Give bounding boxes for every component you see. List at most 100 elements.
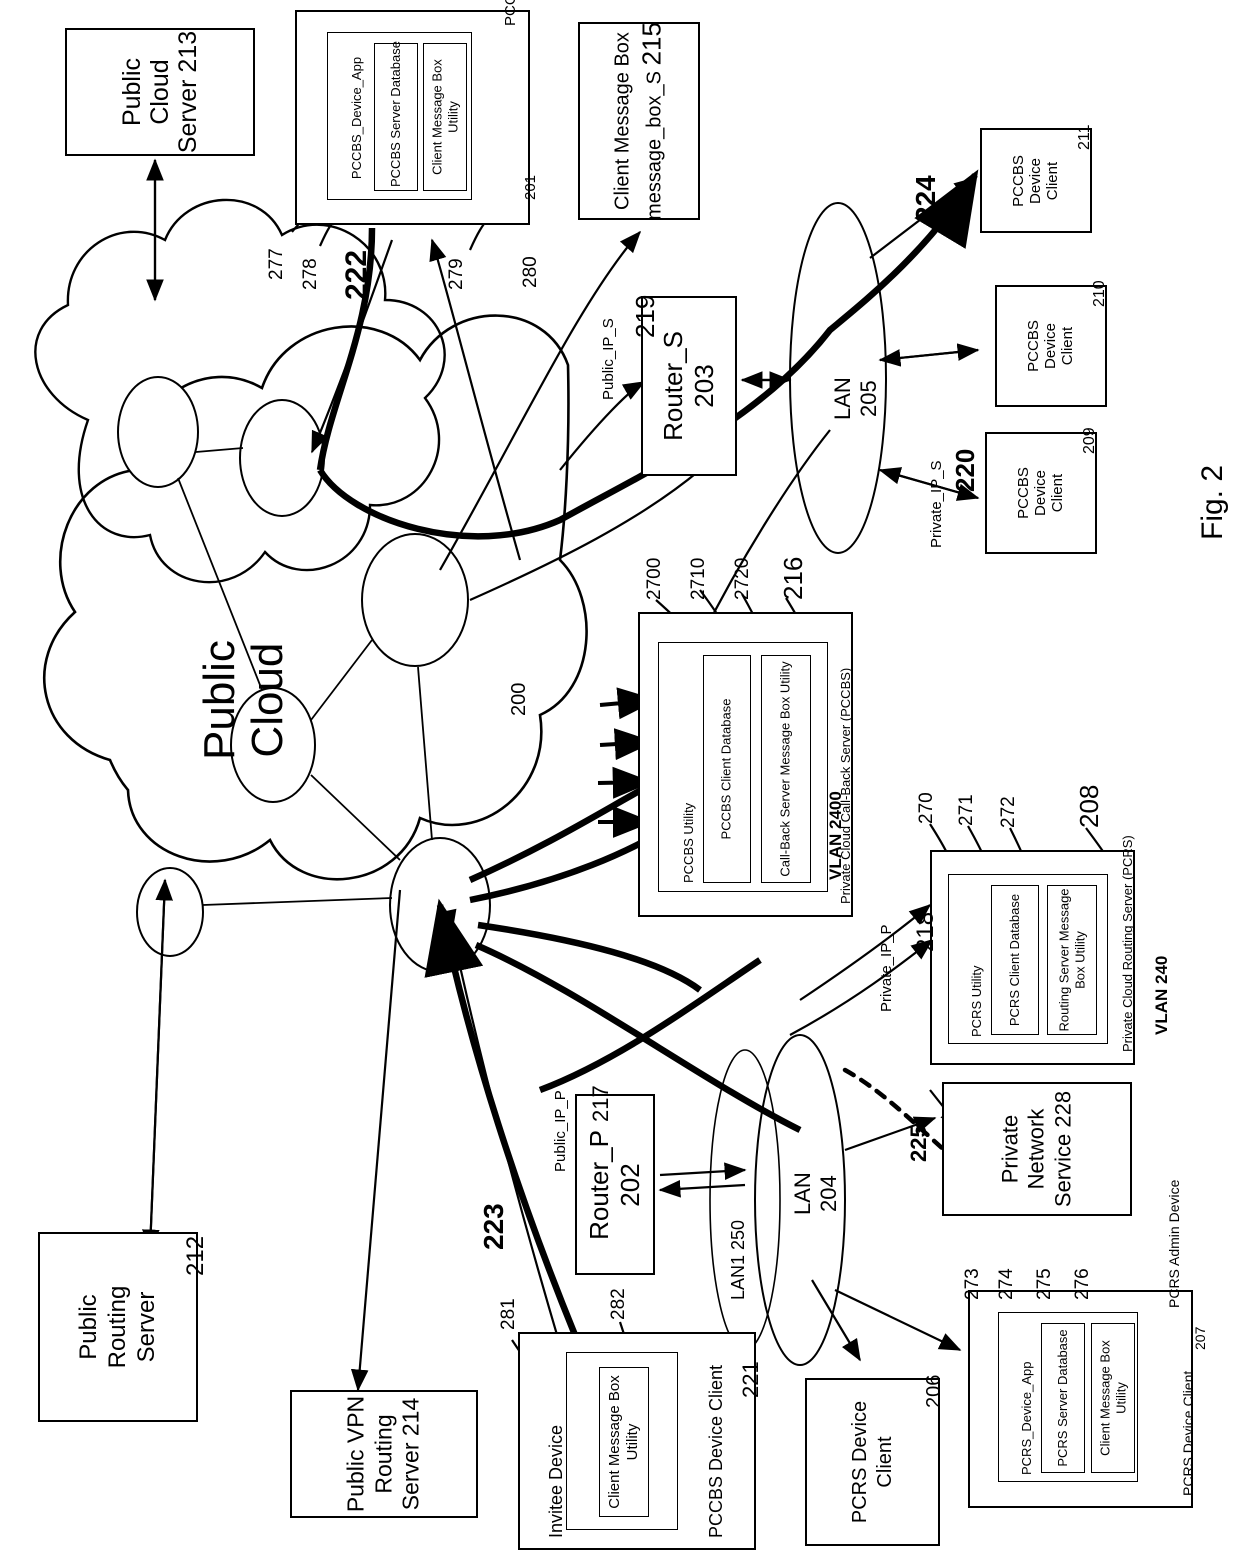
lan1-250-label: LAN1 250 — [728, 1219, 748, 1300]
callback-server-msgbox-utility-label: Call-Back Server Message Box Utility — [777, 661, 793, 877]
pccbs-211-l3: Client — [1043, 161, 1061, 200]
pccbs-device-app-box: PCCBS_Device_App PCCBS Server Database C… — [327, 32, 472, 200]
pvrs-l1: Public VPN — [342, 1395, 369, 1513]
prs-l2: Routing — [103, 1285, 131, 1369]
pccbs-209-l3: Client — [1048, 473, 1066, 513]
pcrs-server-database-box: PCRS Server Database — [1041, 1323, 1085, 1473]
ref-2700: 2700 — [644, 557, 665, 600]
pns-l1: Private — [997, 1114, 1023, 1184]
pccbs-client-database-box: PCCBS Client Database — [703, 655, 751, 883]
box-pcrs-server: PCRS Utility PCRS Client Database Routin… — [930, 835, 1135, 1065]
pns-l3: Service — [1050, 1133, 1076, 1208]
pcrs-utility-box: PCRS Utility PCRS Client Database Routin… — [948, 874, 1108, 1044]
public-cloud-server-ref: 213 — [174, 30, 202, 73]
box-public-cloud-server: Public Cloud Server 213 — [65, 28, 255, 156]
patent-figure-2: Public Cloud Server 213 PCCBS Admin Devi… — [0, 0, 1240, 1558]
router-s-ref: 203 — [689, 364, 719, 408]
ref-280: 280 — [520, 256, 541, 288]
client-message-box-s-ref: 215 — [636, 22, 667, 66]
box-router-p: Router_P 202 — [575, 1094, 655, 1275]
box-pccbs-admin-device: PCCBS Admin Device PCCBS Device Client 2… — [295, 0, 539, 225]
public-ip-s-label: Public_IP_S — [600, 318, 617, 400]
ref-222: 222 — [340, 249, 373, 300]
ref-220: 220 — [950, 448, 980, 492]
box-public-routing-server: Public Routing Server 212 — [38, 1232, 209, 1422]
ref-281: 281 — [498, 1298, 519, 1330]
router-s-label: Router_S — [657, 331, 688, 441]
pccbs-client-msgbox-utility-label: Client Message Box Utility — [429, 59, 460, 175]
prs-ref: 212 — [182, 1235, 209, 1276]
client-message-box-s-line1: Client Message Box — [611, 32, 634, 210]
ref-2710: 2710 — [688, 557, 709, 600]
pccbs-209-l1: PCCBS — [1014, 467, 1032, 519]
pcrs-admin-device-title: PCRS Admin Device — [1166, 1179, 1182, 1308]
pcrs-server-database-label: PCRS Server Database — [1055, 1329, 1071, 1467]
pccbs-211-l1: PCCBS — [1009, 154, 1027, 207]
pcrs-server-footer: Private Cloud Routing Server (PCRS) — [1120, 835, 1135, 1052]
private-ip-p-label: Private_IP_P — [878, 924, 895, 1012]
ref-272: 272 — [998, 796, 1019, 828]
pcrs-device-app-box: PCRS_Device_App PCRS Server Database Cli… — [998, 1312, 1138, 1482]
pns-ref: 228 — [1050, 1090, 1076, 1128]
routing-server-msgbox-utility-box: Routing Server Message Box Utility — [1047, 885, 1097, 1035]
ref-208: 208 — [1074, 784, 1104, 828]
router-p-ref: 202 — [615, 1162, 645, 1207]
pccbs-admin-device-ref: 201 — [522, 174, 539, 200]
prs-l1: Public — [74, 1294, 102, 1360]
invitee-device-ref: 221 — [738, 1361, 763, 1398]
box-pccbs-server: PCCBS Utility PCCBS Client Database Call… — [638, 612, 853, 917]
pcrs-admin-device-ref: 207 — [1192, 1326, 1208, 1350]
ref-273: 273 — [962, 1268, 983, 1300]
public-ip-s-ref: 219 — [630, 294, 660, 338]
router-p-label: Router_P — [583, 1129, 614, 1240]
pcrs-client-msgbox-utility-box: Client Message Box Utility — [1091, 1323, 1135, 1473]
ref-224: 224 — [910, 175, 941, 222]
pccbs-device-app-label: PCCBS_Device_App — [349, 56, 364, 180]
pccbs-209-ref: 209 — [1081, 427, 1098, 454]
public-cloud-label: Public Cloud — [195, 640, 293, 760]
pccbs-client-msgbox-utility-box: Client Message Box Utility — [423, 43, 467, 191]
lan-205-label: LAN 205 — [830, 377, 882, 420]
pccbs-client-database-label: PCCBS Client Database — [718, 698, 734, 840]
ref-275: 275 — [1034, 1268, 1055, 1300]
routing-server-msgbox-utility-label: Routing Server Message Box Utility — [1056, 888, 1087, 1032]
ref-216: 216 — [778, 556, 808, 600]
pvrs-ref: 214 — [397, 1397, 424, 1437]
pccbs-210-l3: Client — [1058, 326, 1076, 366]
lan-204-label: LAN 204 — [790, 1172, 842, 1215]
prs-l3: Server — [132, 1291, 160, 1363]
pvrs-l3: Server — [397, 1442, 424, 1511]
ref-223: 223 — [478, 1203, 509, 1250]
ref-274: 274 — [996, 1268, 1017, 1300]
box-pccbs-device-client-210: PCCBS Device Client 210 — [995, 280, 1108, 407]
box-pcrs-device-client-206: PCRS Device Client 206 — [805, 1375, 945, 1546]
pccbs-210-l1: PCCBS — [1024, 320, 1042, 372]
cloud-ref-200: 200 — [508, 682, 530, 716]
pns-l2: Network — [1023, 1108, 1049, 1190]
public-ip-p-label: Public_IP_P — [552, 1090, 569, 1172]
public-ip-p-ref: 217 — [588, 1085, 613, 1122]
pcrs-206-l2: Client — [873, 1436, 896, 1488]
invitee-client-msgbox-utility-box: Client Message Box Utility — [599, 1367, 649, 1517]
ref-279: 279 — [446, 258, 467, 290]
pccbs-server-database-label: PCCBS Server Database — [388, 41, 404, 187]
box-pcrs-admin-device: PCRS Admin Device PCRS Device Client 207… — [968, 1180, 1208, 1508]
pcrs-client-msgbox-utility-label: Client Message Box Utility — [1097, 1340, 1128, 1456]
pccbs-utility-label: PCCBS Utility — [681, 802, 696, 883]
pccbs-server-database-box: PCCBS Server Database — [374, 41, 418, 191]
invitee-device-footer: PCCBS Device Client — [706, 1364, 726, 1538]
client-message-box-s-line2: message_box_S — [643, 70, 666, 220]
box-client-message-box-s: Client Message Box message_box_S 215 — [578, 22, 700, 220]
pcrs-vlan-label: VLAN 240 — [1152, 955, 1171, 1035]
ref-2720: 2720 — [732, 557, 753, 600]
box-invitee-device: Invitee Device PCCBS Device Client 221 C… — [518, 1332, 763, 1550]
box-pccbs-device-client-209: PCCBS Device Client 209 — [985, 427, 1098, 554]
ref-270: 270 — [916, 792, 937, 824]
private-ip-p-ref: 218 — [912, 911, 939, 952]
box-private-network-service: Private Network Service 228 — [942, 1082, 1132, 1216]
invitee-device-title: Invitee Device — [546, 1424, 566, 1538]
pvrs-l2: Routing — [370, 1414, 397, 1494]
public-cloud-shape — [34, 198, 446, 584]
pcrs-device-app-label: PCRS_Device_App — [1019, 1361, 1034, 1475]
public-cloud-server-line2: Cloud — [146, 59, 174, 125]
